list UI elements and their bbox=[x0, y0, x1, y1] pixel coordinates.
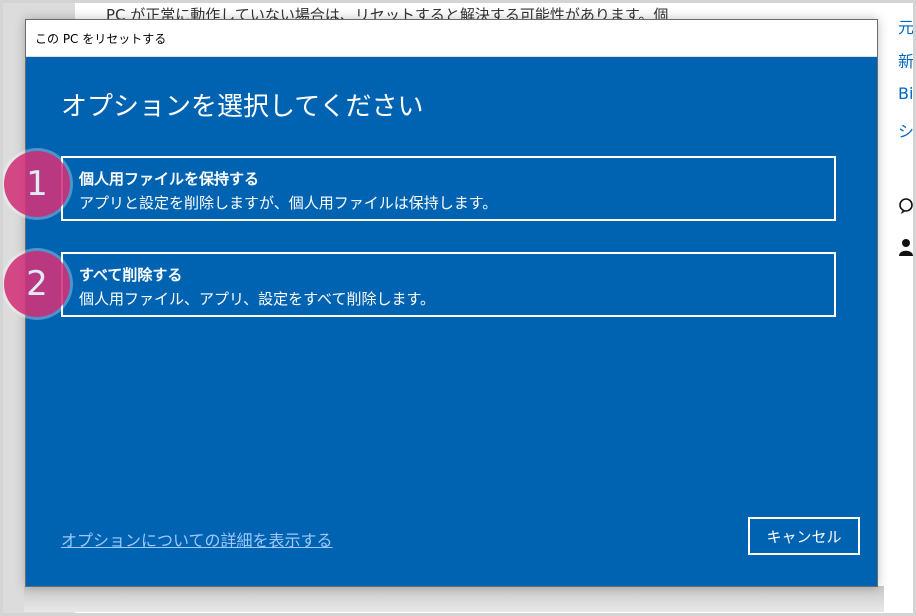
dialog-titlebar: この PC をリセットする bbox=[26, 20, 877, 57]
related-link-2[interactable]: 新 bbox=[898, 48, 916, 72]
remove-everything-option-description: 個人用ファイル、アプリ、設定をすべて削除します。 bbox=[79, 290, 435, 308]
feedback-icon[interactable] bbox=[898, 238, 916, 260]
annotation-marker-2: 2 bbox=[4, 251, 70, 317]
page-title: オプションを選択してください bbox=[61, 92, 424, 122]
options-details-link[interactable]: オプションについての詳細を表示する bbox=[61, 527, 333, 551]
keep-files-option-title: 個人用ファイルを保持する bbox=[79, 170, 260, 188]
keep-files-option[interactable]: 個人用ファイルを保持する アプリと設定を削除しますが、個人用ファイルは保持します… bbox=[61, 156, 836, 221]
remove-everything-option-title: すべて削除する bbox=[79, 266, 183, 284]
related-link-3[interactable]: Bi bbox=[898, 84, 916, 103]
related-link-1[interactable]: 元 bbox=[898, 14, 916, 38]
annotation-marker-1: 1 bbox=[4, 151, 70, 217]
dialog-shadow bbox=[24, 586, 884, 612]
related-link-4[interactable]: シ bbox=[898, 118, 916, 142]
dialog-title: この PC をリセットする bbox=[35, 32, 167, 46]
keep-files-option-description: アプリと設定を削除しますが、個人用ファイルは保持します。 bbox=[79, 194, 498, 212]
remove-everything-option[interactable]: すべて削除する 個人用ファイル、アプリ、設定をすべて削除します。 bbox=[61, 252, 836, 317]
cancel-button[interactable]: キャンセル bbox=[748, 517, 860, 555]
reset-pc-dialog: この PC をリセットする オプションを選択してください 個人用ファイルを保持す… bbox=[25, 19, 878, 587]
help-icon[interactable] bbox=[898, 198, 916, 218]
